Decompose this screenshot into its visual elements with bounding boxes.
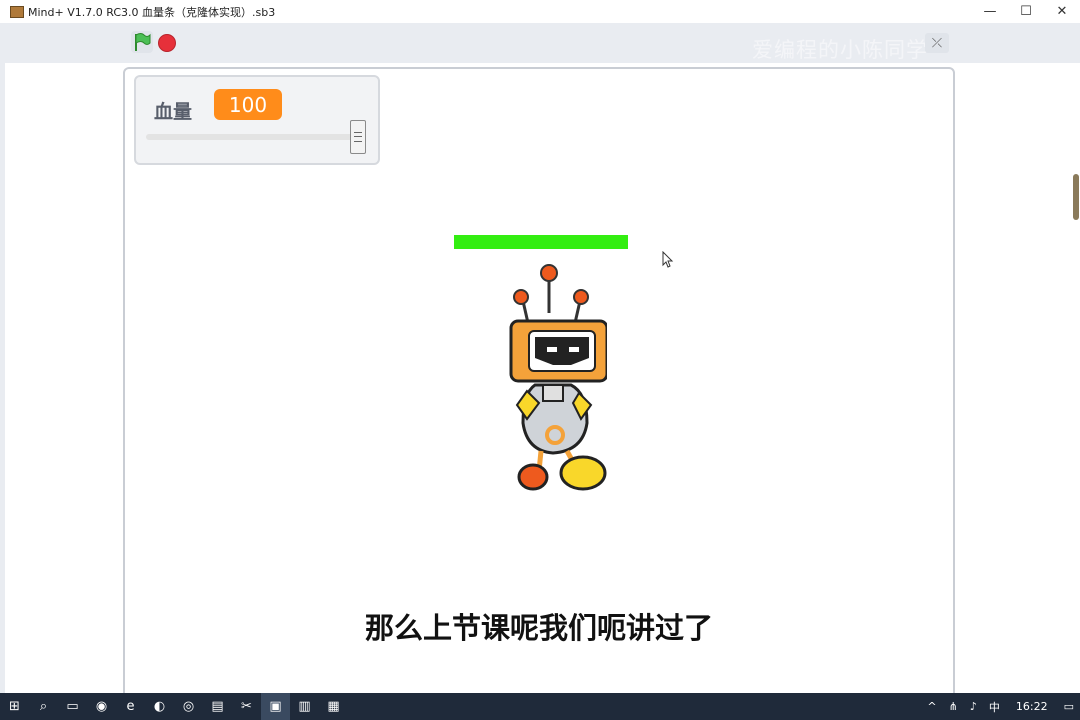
fullscreen-exit-icon: ⤫ <box>931 35 943 51</box>
left-edge <box>0 23 5 693</box>
robot-sprite[interactable] <box>483 263 607 495</box>
watermark-text: 爱编程的小陈同学 <box>752 38 928 62</box>
health-bar-fill <box>454 235 628 249</box>
variable-slider-thumb[interactable] <box>350 120 366 154</box>
window-controls: — ☐ ✕ <box>972 0 1080 23</box>
browser-icon[interactable]: ◉ <box>87 693 116 720</box>
chevron-up-icon[interactable]: ^ <box>927 700 936 713</box>
capcut-icon[interactable]: ✂ <box>232 693 261 720</box>
green-flag-icon <box>135 33 151 51</box>
maximize-button[interactable]: ☐ <box>1008 0 1044 23</box>
ime-indicator[interactable]: 中 <box>989 699 1000 715</box>
variable-value: 100 <box>214 89 282 120</box>
task-view-icon[interactable]: ▭ <box>58 693 87 720</box>
wechat-icon[interactable]: ◐ <box>145 693 174 720</box>
health-bar <box>454 235 628 249</box>
file-explorer-icon[interactable]: ▤ <box>203 693 232 720</box>
chrome-icon[interactable]: ◎ <box>174 693 203 720</box>
screen-recorder-icon[interactable]: ▦ <box>319 693 348 720</box>
windows-start-icon[interactable]: ⊞ <box>0 693 29 720</box>
scrollbar[interactable] <box>1073 174 1079 220</box>
notepad-icon[interactable]: ▥ <box>290 693 319 720</box>
clock[interactable]: 16:22 <box>1016 700 1048 713</box>
windows-taskbar: ⊞ ⌕ ▭ ◉ e ◐ ◎ ▤ ✂ ▣ ▥ ▦ ^ ⋔ ♪ 中 16:22 ▭ <box>0 693 1080 720</box>
system-tray: ^ ⋔ ♪ 中 16:22 ▭ <box>921 693 1080 720</box>
video-subtitle: 那么上节课呢我们呃讲过了 <box>364 611 713 645</box>
search-icon[interactable]: ⌕ <box>29 693 58 720</box>
mindplus-icon[interactable]: ▣ <box>261 693 290 720</box>
stop-button[interactable] <box>158 34 176 52</box>
window-title: Mind+ V1.7.0 RC3.0 血量条（克隆体实现）.sb3 <box>28 5 276 19</box>
mouse-cursor-icon <box>662 251 674 268</box>
network-icon[interactable]: ⋔ <box>949 700 958 713</box>
fullscreen-exit-button[interactable]: ⤫ <box>925 33 949 53</box>
green-flag-button[interactable] <box>131 31 153 53</box>
variable-slider-track[interactable] <box>146 134 364 140</box>
notification-icon[interactable]: ▭ <box>1064 700 1074 713</box>
edge-icon[interactable]: e <box>116 693 145 720</box>
title-bar: Mind+ V1.7.0 RC3.0 血量条（克隆体实现）.sb3 — ☐ ✕ <box>0 0 1080 24</box>
minimize-button[interactable]: — <box>972 0 1008 23</box>
close-button[interactable]: ✕ <box>1044 0 1080 23</box>
volume-icon[interactable]: ♪ <box>970 700 977 713</box>
stage-canvas[interactable]: 血量 100 那么上节课呢我们呃讲过了 <box>123 67 955 707</box>
variable-monitor: 血量 100 <box>134 75 380 165</box>
mindplus-app-icon <box>10 5 24 18</box>
variable-name: 血量 <box>154 101 193 123</box>
